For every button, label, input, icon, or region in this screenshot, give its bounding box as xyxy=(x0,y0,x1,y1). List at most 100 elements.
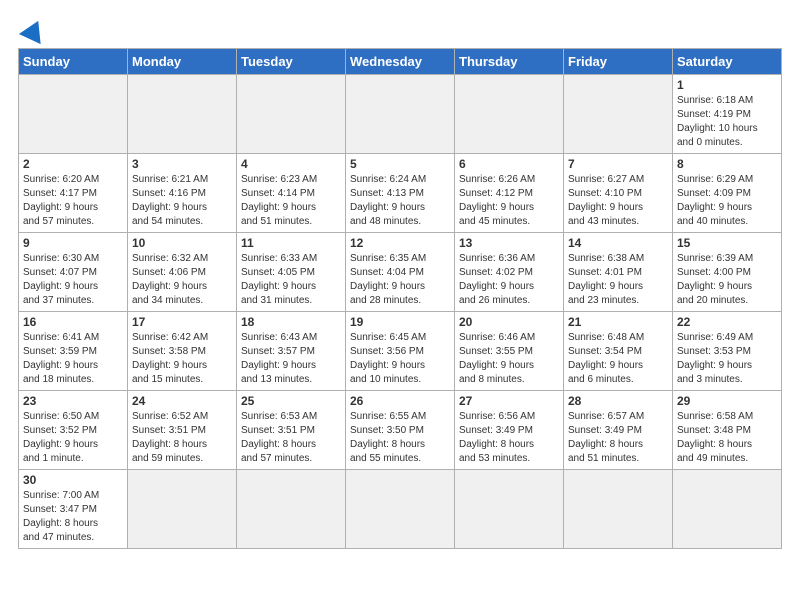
day-info: Sunrise: 6:46 AM Sunset: 3:55 PM Dayligh… xyxy=(459,331,559,387)
day-number: 25 xyxy=(241,394,341,408)
week-row-5: 30 Sunrise: 7:00 AM Sunset: 3:47 PM Dayli… xyxy=(19,470,782,549)
day-info: Sunrise: 6:33 AM Sunset: 4:05 PM Dayligh… xyxy=(241,252,341,308)
day-info: Sunrise: 6:23 AM Sunset: 4:14 PM Dayligh… xyxy=(241,173,341,229)
day-number: 11 xyxy=(241,236,341,250)
day-cell xyxy=(346,470,455,549)
day-info: Sunrise: 6:41 AM Sunset: 3:59 PM Dayligh… xyxy=(23,331,123,387)
day-info: Sunrise: 6:50 AM Sunset: 3:52 PM Dayligh… xyxy=(23,410,123,466)
day-info: Sunrise: 6:49 AM Sunset: 3:53 PM Dayligh… xyxy=(677,331,777,387)
day-cell: 12Sunrise: 6:35 AM Sunset: 4:04 PM Dayli… xyxy=(346,233,455,312)
day-cell: 11 Sunrise: 6:33 AM Sunset: 4:05 PM Dayli… xyxy=(237,233,346,312)
day-cell: 25 Sunrise: 6:53 AM Sunset: 3:51 PM Dayli… xyxy=(237,391,346,470)
day-number: 28 xyxy=(568,394,668,408)
weekday-wednesday: Wednesday xyxy=(346,49,455,75)
calendar-table: SundayMondayTuesdayWednesdayThursdayFrid… xyxy=(18,48,782,549)
day-cell xyxy=(346,75,455,154)
day-number: 12 xyxy=(350,236,450,250)
day-cell: 8Sunrise: 6:29 AM Sunset: 4:09 PM Daylig… xyxy=(673,154,782,233)
day-number: 19 xyxy=(350,315,450,329)
day-info: Sunrise: 6:18 AM Sunset: 4:19 PM Dayligh… xyxy=(677,94,777,150)
weekday-friday: Friday xyxy=(564,49,673,75)
day-number: 7 xyxy=(568,157,668,171)
day-cell: 21 Sunrise: 6:48 AM Sunset: 3:54 PM Dayli… xyxy=(564,312,673,391)
day-number: 14 xyxy=(568,236,668,250)
day-number: 29 xyxy=(677,394,777,408)
day-cell: 15 Sunrise: 6:39 AM Sunset: 4:00 PM Dayli… xyxy=(673,233,782,312)
day-number: 9 xyxy=(23,236,123,250)
day-number: 26 xyxy=(350,394,450,408)
day-cell xyxy=(128,470,237,549)
day-number: 30 xyxy=(23,473,123,487)
week-row-1: 2Sunrise: 6:20 AM Sunset: 4:17 PM Daylig… xyxy=(19,154,782,233)
weekday-tuesday: Tuesday xyxy=(237,49,346,75)
weekday-thursday: Thursday xyxy=(455,49,564,75)
day-info: Sunrise: 6:42 AM Sunset: 3:58 PM Dayligh… xyxy=(132,331,232,387)
day-cell xyxy=(455,75,564,154)
day-cell: 6Sunrise: 6:26 AM Sunset: 4:12 PM Daylig… xyxy=(455,154,564,233)
day-number: 21 xyxy=(568,315,668,329)
day-info: Sunrise: 6:21 AM Sunset: 4:16 PM Dayligh… xyxy=(132,173,232,229)
day-number: 13 xyxy=(459,236,559,250)
day-cell: 13 Sunrise: 6:36 AM Sunset: 4:02 PM Dayli… xyxy=(455,233,564,312)
day-cell: 29 Sunrise: 6:58 AM Sunset: 3:48 PM Dayli… xyxy=(673,391,782,470)
day-number: 1 xyxy=(677,78,777,92)
day-info: Sunrise: 6:53 AM Sunset: 3:51 PM Dayligh… xyxy=(241,410,341,466)
day-cell xyxy=(564,75,673,154)
day-cell: 28 Sunrise: 6:57 AM Sunset: 3:49 PM Dayli… xyxy=(564,391,673,470)
week-row-4: 23 Sunrise: 6:50 AM Sunset: 3:52 PM Dayli… xyxy=(19,391,782,470)
day-number: 10 xyxy=(132,236,232,250)
day-info: Sunrise: 6:48 AM Sunset: 3:54 PM Dayligh… xyxy=(568,331,668,387)
day-info: Sunrise: 6:20 AM Sunset: 4:17 PM Dayligh… xyxy=(23,173,123,229)
weekday-header-row: SundayMondayTuesdayWednesdayThursdayFrid… xyxy=(19,49,782,75)
day-info: Sunrise: 6:32 AM Sunset: 4:06 PM Dayligh… xyxy=(132,252,232,308)
day-number: 24 xyxy=(132,394,232,408)
day-cell: 3 Sunrise: 6:21 AM Sunset: 4:16 PM Daylig… xyxy=(128,154,237,233)
day-cell xyxy=(19,75,128,154)
weekday-sunday: Sunday xyxy=(19,49,128,75)
logo xyxy=(20,20,46,42)
day-cell: 14 Sunrise: 6:38 AM Sunset: 4:01 PM Dayli… xyxy=(564,233,673,312)
day-number: 16 xyxy=(23,315,123,329)
week-row-3: 16 Sunrise: 6:41 AM Sunset: 3:59 PM Dayli… xyxy=(19,312,782,391)
day-number: 23 xyxy=(23,394,123,408)
day-info: Sunrise: 6:27 AM Sunset: 4:10 PM Dayligh… xyxy=(568,173,668,229)
day-number: 5 xyxy=(350,157,450,171)
day-info: Sunrise: 6:38 AM Sunset: 4:01 PM Dayligh… xyxy=(568,252,668,308)
day-cell: 18Sunrise: 6:43 AM Sunset: 3:57 PM Dayli… xyxy=(237,312,346,391)
day-info: Sunrise: 6:43 AM Sunset: 3:57 PM Dayligh… xyxy=(241,331,341,387)
day-cell xyxy=(673,470,782,549)
day-number: 22 xyxy=(677,315,777,329)
day-info: Sunrise: 7:00 AM Sunset: 3:47 PM Dayligh… xyxy=(23,489,123,545)
page-header xyxy=(10,10,782,48)
day-cell: 22 Sunrise: 6:49 AM Sunset: 3:53 PM Dayli… xyxy=(673,312,782,391)
day-number: 4 xyxy=(241,157,341,171)
day-info: Sunrise: 6:26 AM Sunset: 4:12 PM Dayligh… xyxy=(459,173,559,229)
day-cell: 16 Sunrise: 6:41 AM Sunset: 3:59 PM Dayli… xyxy=(19,312,128,391)
day-number: 3 xyxy=(132,157,232,171)
day-info: Sunrise: 6:58 AM Sunset: 3:48 PM Dayligh… xyxy=(677,410,777,466)
day-cell: 30 Sunrise: 7:00 AM Sunset: 3:47 PM Dayli… xyxy=(19,470,128,549)
logo-triangle-icon xyxy=(19,16,49,44)
day-cell: 7 Sunrise: 6:27 AM Sunset: 4:10 PM Daylig… xyxy=(564,154,673,233)
day-info: Sunrise: 6:57 AM Sunset: 3:49 PM Dayligh… xyxy=(568,410,668,466)
day-cell: 19Sunrise: 6:45 AM Sunset: 3:56 PM Dayli… xyxy=(346,312,455,391)
day-info: Sunrise: 6:56 AM Sunset: 3:49 PM Dayligh… xyxy=(459,410,559,466)
day-number: 15 xyxy=(677,236,777,250)
day-info: Sunrise: 6:36 AM Sunset: 4:02 PM Dayligh… xyxy=(459,252,559,308)
day-cell xyxy=(455,470,564,549)
day-number: 27 xyxy=(459,394,559,408)
calendar-wrapper: SundayMondayTuesdayWednesdayThursdayFrid… xyxy=(10,48,782,553)
day-number: 20 xyxy=(459,315,559,329)
day-cell: 24 Sunrise: 6:52 AM Sunset: 3:51 PM Dayli… xyxy=(128,391,237,470)
day-cell xyxy=(564,470,673,549)
day-info: Sunrise: 6:30 AM Sunset: 4:07 PM Dayligh… xyxy=(23,252,123,308)
day-cell: 17Sunrise: 6:42 AM Sunset: 3:58 PM Dayli… xyxy=(128,312,237,391)
week-row-2: 9 Sunrise: 6:30 AM Sunset: 4:07 PM Daylig… xyxy=(19,233,782,312)
weekday-saturday: Saturday xyxy=(673,49,782,75)
day-cell xyxy=(237,75,346,154)
day-info: Sunrise: 6:39 AM Sunset: 4:00 PM Dayligh… xyxy=(677,252,777,308)
week-row-0: 1 Sunrise: 6:18 AM Sunset: 4:19 PM Daylig… xyxy=(19,75,782,154)
day-cell: 2Sunrise: 6:20 AM Sunset: 4:17 PM Daylig… xyxy=(19,154,128,233)
day-info: Sunrise: 6:52 AM Sunset: 3:51 PM Dayligh… xyxy=(132,410,232,466)
day-cell: 4 Sunrise: 6:23 AM Sunset: 4:14 PM Daylig… xyxy=(237,154,346,233)
